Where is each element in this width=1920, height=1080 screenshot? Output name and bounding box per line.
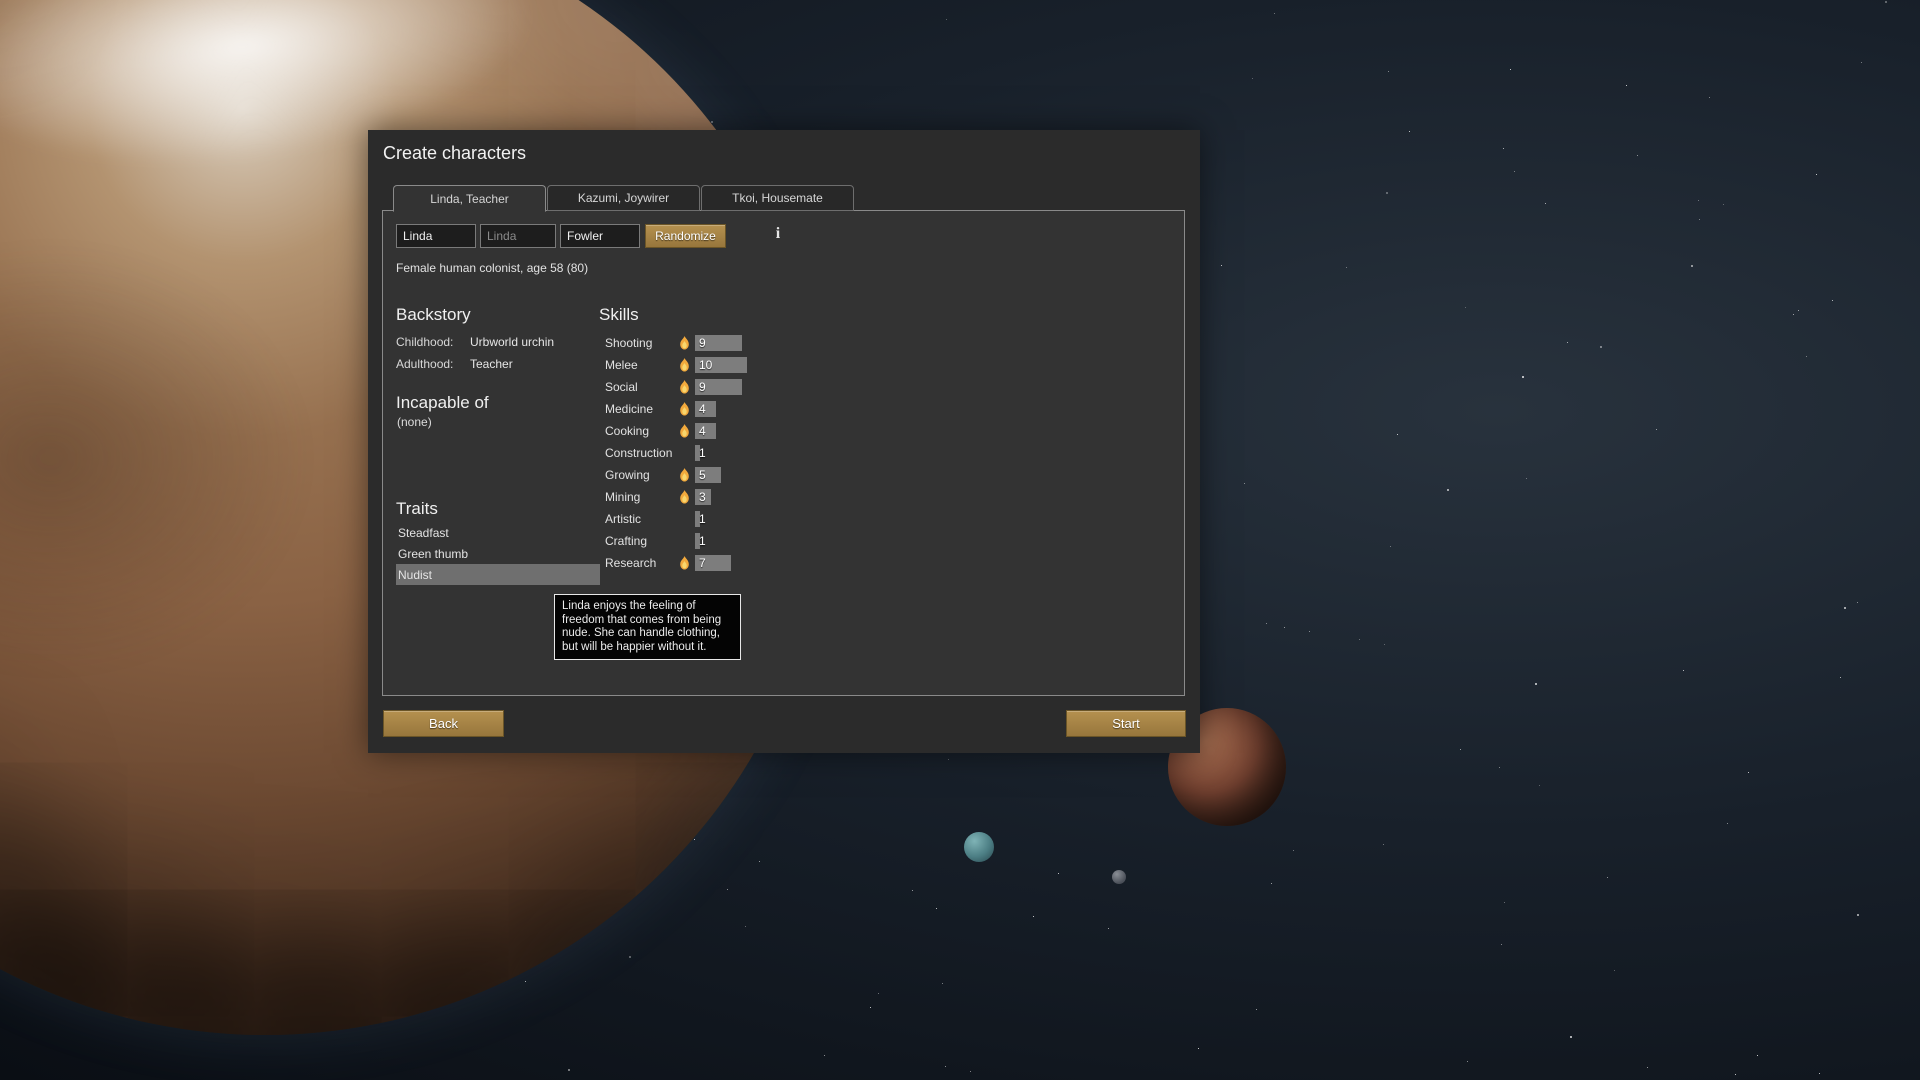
trait-label: Steadfast [398, 525, 449, 540]
skills-heading: Skills [599, 305, 639, 324]
skill-value: 1 [699, 446, 706, 460]
skill-name: Medicine [605, 402, 654, 416]
skill-value: 1 [699, 512, 706, 526]
trait-row[interactable]: Steadfast [396, 522, 600, 543]
skill-name: Research [605, 556, 657, 570]
backstory-label: Childhood: [396, 335, 454, 349]
trait-tooltip: Linda enjoys the feeling of freedom that… [554, 594, 741, 661]
skill-value: 4 [699, 424, 706, 438]
skill-bar-wrap: 4 [695, 401, 825, 417]
skill-name: Cooking [605, 424, 650, 438]
skill-name: Social [605, 380, 638, 394]
create-characters-dialog: Create characters Linda, Teacher Kazumi,… [368, 130, 1200, 753]
skill-value: 9 [699, 380, 706, 394]
skill-name: Mining [605, 490, 641, 504]
back-button[interactable]: Back [383, 710, 504, 737]
skill-value: 3 [699, 490, 706, 504]
tab-label: Kazumi, Joywirer [577, 191, 670, 205]
colonist-summary: Female human colonist, age 58 (80) [396, 261, 589, 275]
skill-name: Shooting [605, 336, 653, 350]
dialog-title: Create characters [383, 143, 527, 163]
skill-value: 5 [699, 468, 706, 482]
trait-row[interactable]: Green thumb [396, 543, 600, 564]
start-button[interactable]: Start [1066, 710, 1186, 737]
skill-row: Medicine 4 [605, 398, 825, 420]
skill-bar-wrap: 9 [695, 379, 825, 395]
skill-row: Mining 3 [605, 486, 825, 508]
last-name-input[interactable] [560, 224, 640, 248]
traits-heading: Traits [396, 499, 438, 518]
skill-row: Crafting 1 [605, 530, 825, 552]
skills-list: Shooting 9 Melee 10 Social 9 Medicine 4 … [605, 332, 825, 574]
character-tab[interactable]: Linda, Teacher [393, 185, 546, 212]
character-tab[interactable]: Tkoi, Housemate [701, 185, 854, 211]
skill-row: Social 9 [605, 376, 825, 398]
skill-bar-wrap: 1 [695, 533, 825, 549]
passion-flame-icon [679, 380, 695, 395]
info-icon[interactable] [771, 225, 785, 244]
planet-small-teal [964, 832, 994, 862]
skill-bar-wrap: 10 [695, 357, 825, 373]
character-tab[interactable]: Kazumi, Joywirer [547, 185, 700, 211]
backstory-value: Urbworld urchin [470, 335, 555, 349]
passion-flame-icon [679, 402, 695, 417]
skill-bar-wrap: 9 [695, 335, 825, 351]
tab-label: Linda, Teacher [430, 191, 509, 206]
trait-label: Nudist [398, 567, 433, 582]
trait-label: Green thumb [398, 546, 469, 561]
skill-row: Cooking 4 [605, 420, 825, 442]
tab-label: Tkoi, Housemate [732, 191, 823, 205]
passion-flame-icon [679, 424, 695, 439]
first-name-input[interactable] [396, 224, 476, 248]
skill-value: 9 [699, 336, 706, 350]
randomize-button[interactable]: Randomize [645, 224, 726, 248]
skill-name: Artistic [605, 512, 641, 526]
backstory-value: Teacher [470, 357, 513, 371]
skill-name: Construction [605, 446, 673, 460]
skill-value: 10 [699, 358, 713, 372]
skill-bar-wrap: 3 [695, 489, 825, 505]
character-tabs: Linda, Teacher Kazumi, Joywirer Tkoi, Ho… [393, 185, 855, 212]
skill-row: Construction 1 [605, 442, 825, 464]
incapable-value: (none) [397, 415, 432, 429]
backstory-label: Adulthood: [396, 357, 454, 371]
character-panel: Randomize Female human colonist, age 58 … [382, 210, 1185, 696]
nickname-input[interactable] [480, 224, 556, 248]
planet-tiny [1112, 870, 1126, 884]
trait-row[interactable]: Nudist [396, 564, 600, 585]
backstory-row: Adulthood: Teacher [396, 353, 554, 375]
passion-flame-icon [679, 468, 695, 483]
backstory-row: Childhood: Urbworld urchin [396, 331, 554, 353]
backstory-heading: Backstory [396, 305, 471, 324]
skill-bar-wrap: 4 [695, 423, 825, 439]
incapable-heading: Incapable of [396, 393, 489, 412]
skill-name: Growing [605, 468, 650, 482]
passion-flame-icon [679, 358, 695, 373]
passion-flame-icon [679, 490, 695, 505]
skill-row: Shooting 9 [605, 332, 825, 354]
skill-name: Melee [605, 358, 638, 372]
skill-bar-wrap: 5 [695, 467, 825, 483]
skill-row: Artistic 1 [605, 508, 825, 530]
backstory-list: Childhood: Urbworld urchin Adulthood: Te… [396, 331, 554, 375]
traits-list: Steadfast Green thumb Nudist [396, 522, 600, 585]
skill-row: Research 7 [605, 552, 825, 574]
skill-bar-wrap: 1 [695, 445, 825, 461]
skill-value: 4 [699, 402, 706, 416]
passion-flame-icon [679, 556, 695, 571]
skill-name: Crafting [605, 534, 648, 548]
skill-bar-wrap: 1 [695, 511, 825, 527]
skill-value: 1 [699, 534, 706, 548]
skill-row: Growing 5 [605, 464, 825, 486]
name-row: Randomize [396, 224, 726, 248]
skill-bar-wrap: 7 [695, 555, 825, 571]
passion-flame-icon [679, 336, 695, 351]
skill-row: Melee 10 [605, 354, 825, 376]
skill-value: 7 [699, 556, 706, 570]
